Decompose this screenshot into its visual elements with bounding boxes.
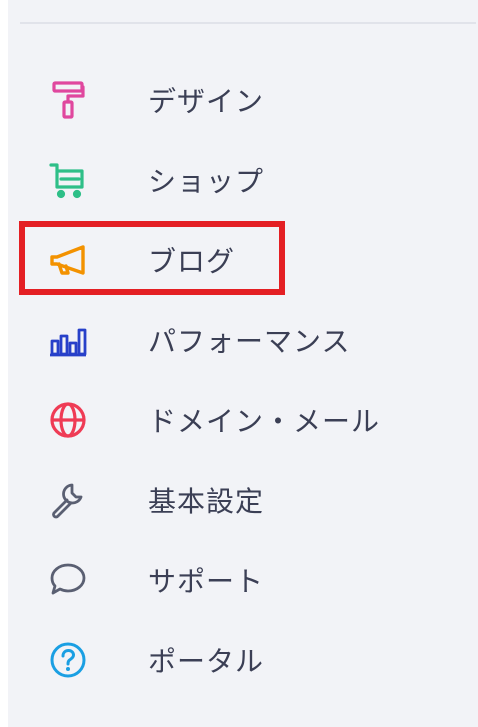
sidebar-item-label: ドメイン・メール [148,405,381,438]
help-circle-icon [48,640,88,680]
bar-chart-icon [48,320,88,360]
sidebar-item-label: 基本設定 [148,485,265,518]
sidebar-item-blog[interactable]: ブログ [8,220,478,300]
megaphone-icon [48,240,88,280]
wrench-icon [48,480,88,520]
shopping-cart-icon [48,160,88,200]
sidebar-item-label: パフォーマンス [148,325,351,358]
paint-roller-icon [48,80,88,120]
sidebar-item-shop[interactable]: ショップ [8,140,478,220]
sidebar-item-label: ポータル [148,645,265,678]
sidebar-item-label: デザイン [148,85,265,118]
top-divider [20,22,476,24]
sidebar-item-performance[interactable]: パフォーマンス [8,300,478,380]
sidebar-item-support[interactable]: サポート [8,540,478,620]
sidebar-item-label: ショップ [148,165,265,198]
sidebar-item-basic-settings[interactable]: 基本設定 [8,460,478,540]
sidebar-panel: デザイン ショップ ブログ パフォーマンス ドメイン・メール 基本設定 サポート… [8,0,478,727]
speech-bubble-icon [48,560,88,600]
sidebar-item-design[interactable]: デザイン [8,60,478,140]
sidebar-item-label: サポート [148,565,265,598]
globe-icon [48,400,88,440]
sidebar-item-domain-mail[interactable]: ドメイン・メール [8,380,478,460]
sidebar-item-portal[interactable]: ポータル [8,620,478,700]
sidebar-item-label: ブログ [148,245,236,278]
